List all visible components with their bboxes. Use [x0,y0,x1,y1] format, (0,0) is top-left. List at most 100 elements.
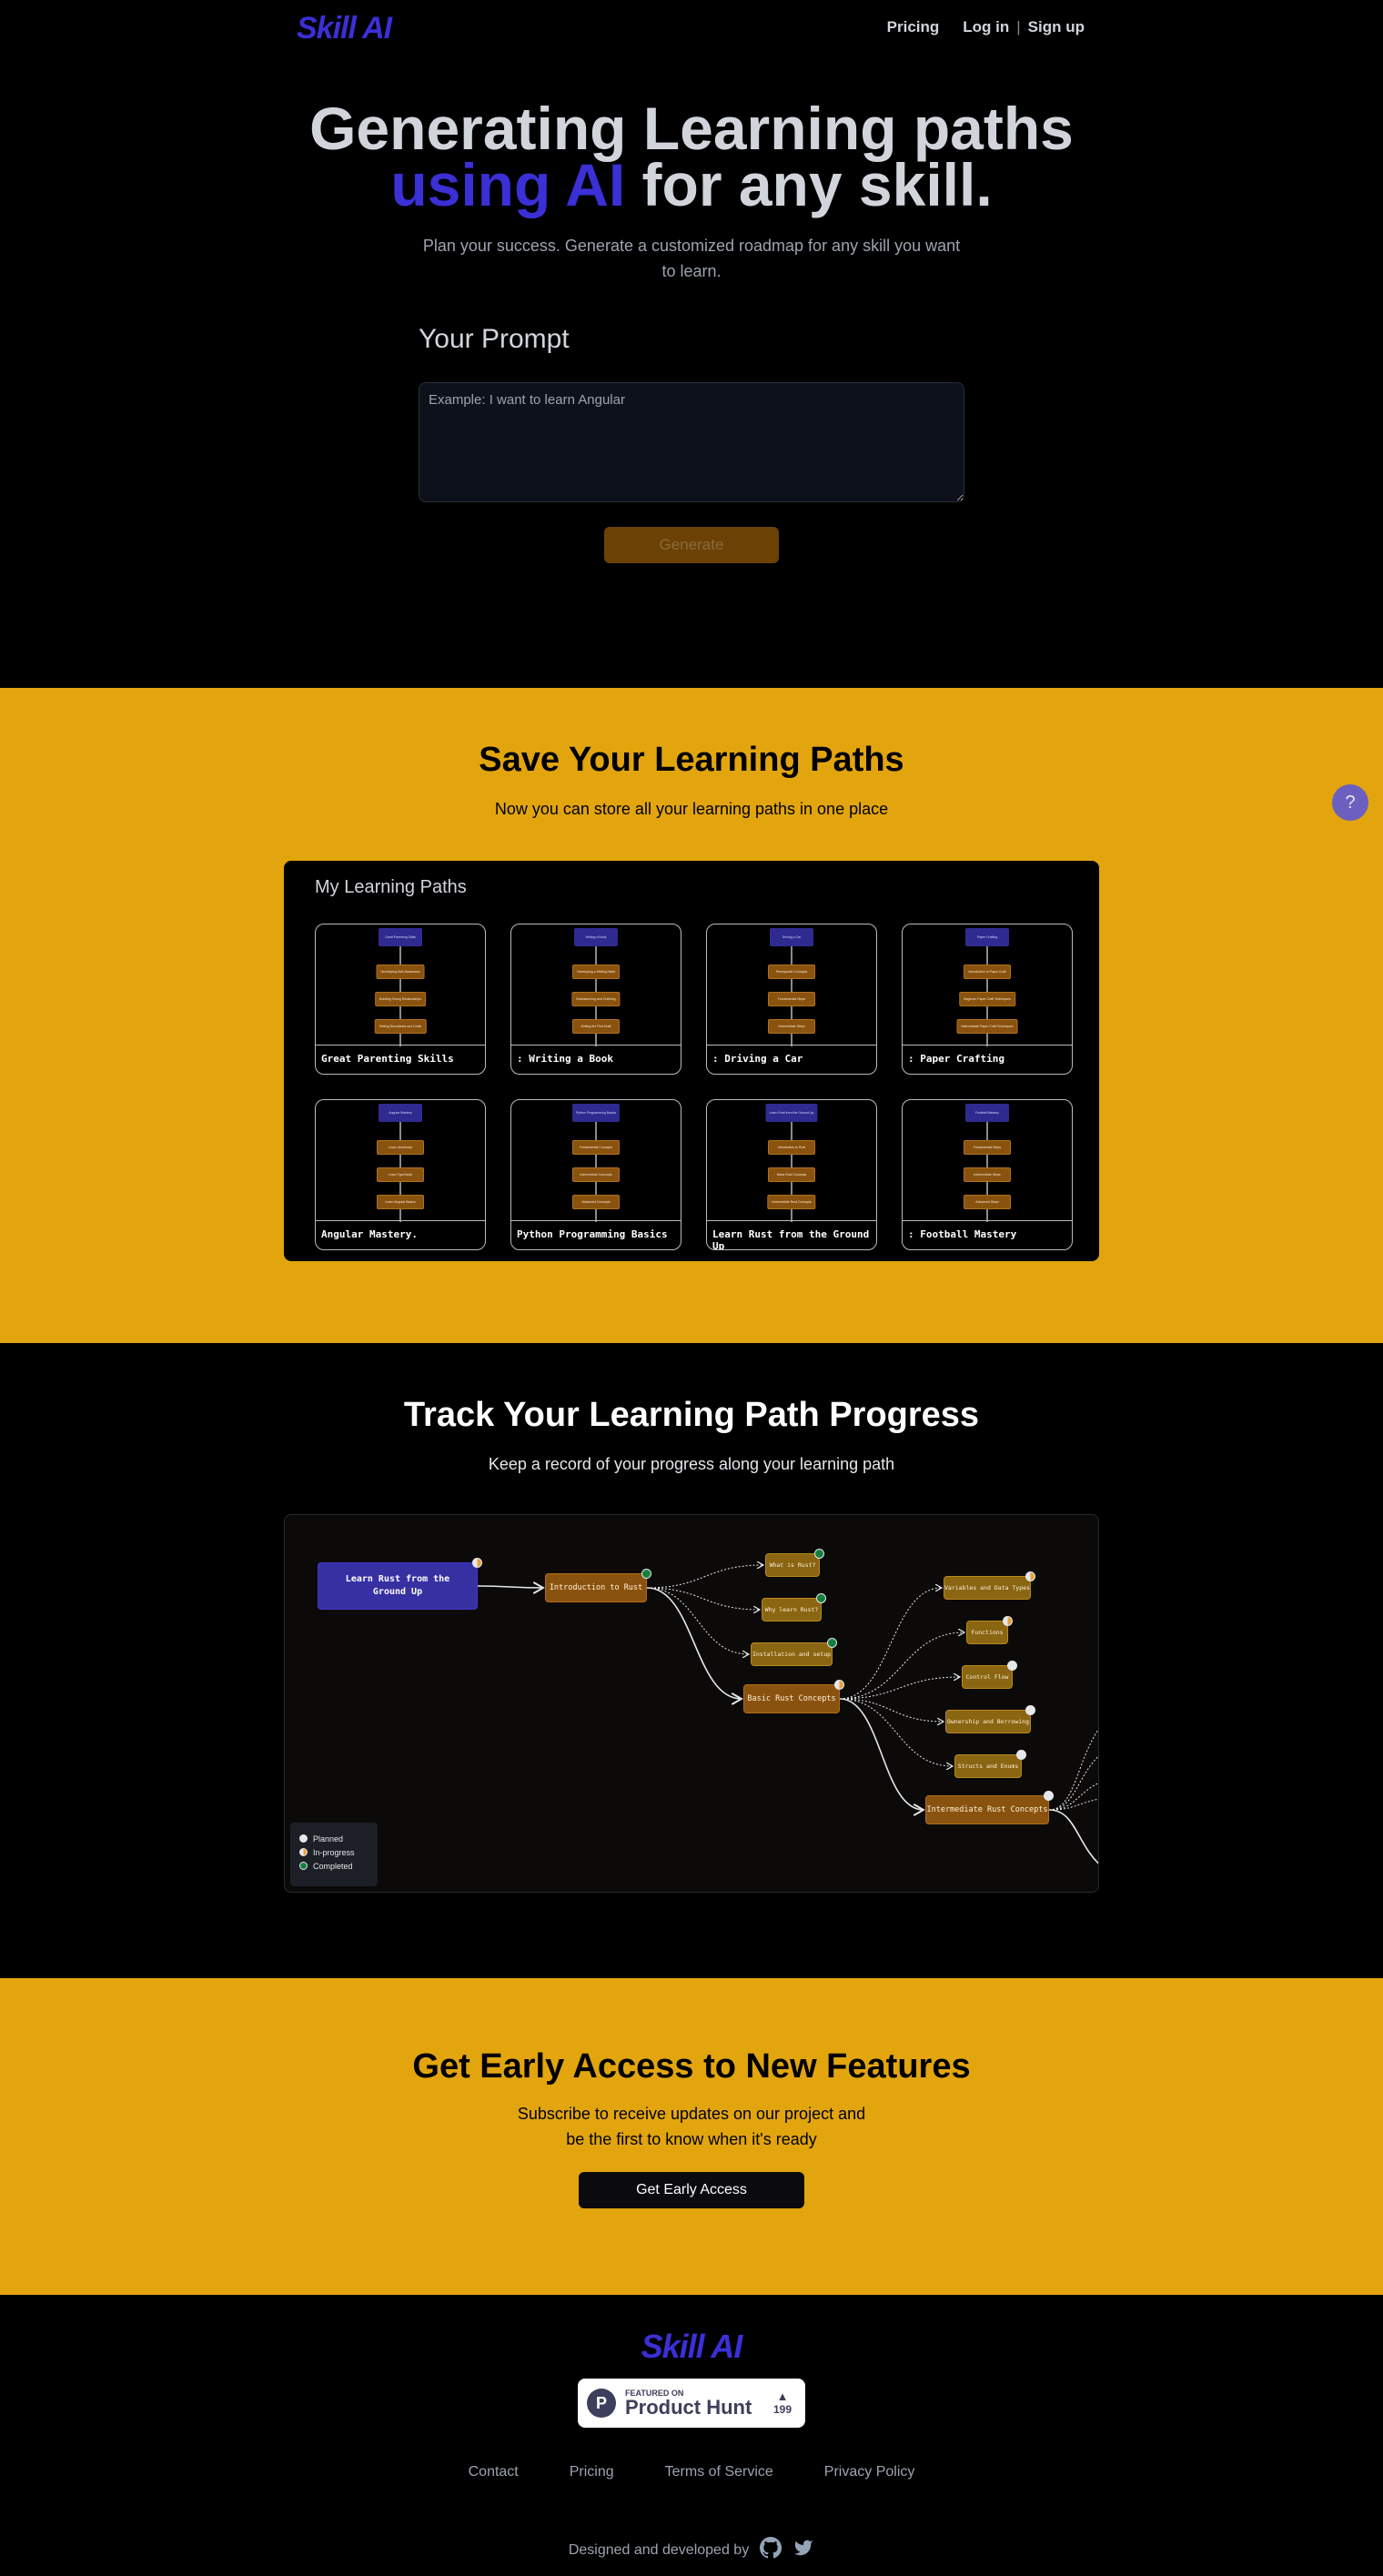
diagram-node-what[interactable]: What is Rust? [765,1549,824,1577]
thumbnail-step-node: Advanced Concepts [572,1195,620,1209]
thumbnail-step-node: Beginner Paper Craft Techniques [959,992,1015,1006]
path-card-label: Great Parenting Skills [316,1045,485,1074]
nav-login-link[interactable]: Log in [963,18,1009,36]
status-in-progress-icon[interactable] [1025,1571,1035,1581]
learning-path-card[interactable]: Angular Mastery Learn JavaScript Learn Typ… [315,1099,486,1250]
learning-path-card[interactable]: Writing a Book Developing a Writing Habit… [510,924,681,1075]
path-thumbnail: Writing a Book Developing a Writing Habit… [511,924,681,1046]
learning-path-card[interactable]: Paper Crafting Introduction to Paper Craf… [902,924,1073,1075]
diagram-node-install[interactable]: Installation and setup [751,1638,837,1666]
edge-basic-structs [839,1698,953,1766]
footer-link-pricing[interactable]: Pricing [570,2464,614,2480]
nav-signup-link[interactable]: Sign up [1028,18,1085,36]
learning-path-card[interactable]: Learn Rust from the Ground Up Introductio… [706,1099,877,1250]
thumbnail-step-node: Writing the First Draft [572,1019,620,1034]
node-label: What is Rust? [769,1561,816,1569]
track-section-subtitle: Keep a record of your progress along you… [488,1455,895,1473]
legend-completed-label: Completed [313,1861,353,1871]
learning-path-card[interactable]: Driving a Car Prerequisite Concepts Fundam… [706,924,877,1075]
product-hunt-text: FEATURED ON Product Hunt [625,2389,760,2418]
twitter-link[interactable] [792,2538,814,2562]
path-thumbnail: Driving a Car Prerequisite Concepts Fundam… [707,924,876,1046]
hero-section: Generating Learning paths using AI for a… [0,56,1383,688]
thumbnail-root-node: Driving a Car [770,928,813,946]
logo[interactable]: Skill AI [297,11,392,46]
diagram-node-inter[interactable]: Intermediate Rust Concepts [925,1791,1054,1824]
path-thumbnail: Python Programming Basics Fundamental Con… [511,1100,681,1222]
status-completed-icon[interactable] [814,1549,824,1559]
thumbnail-root-node: Great Parenting Skills [379,928,422,946]
status-planned-icon[interactable] [1044,1791,1054,1801]
in-progress-dot-icon [299,1848,308,1856]
progress-diagram[interactable]: Planned In-progress Completed Learn Rust… [284,1514,1099,1893]
node-label: Ownership and Borrowing [946,1718,1029,1725]
prompt-input[interactable] [419,382,964,502]
node-label: Structs and Enums [957,1763,1019,1770]
get-early-access-button[interactable]: Get Early Access [579,2172,804,2208]
legend-in-progress: In-progress [299,1845,368,1859]
status-in-progress-icon[interactable] [834,1680,844,1690]
edge-inter-offscreen [1048,1809,1098,1864]
node-label: Why learn Rust? [764,1606,819,1613]
node-label: Functions [971,1629,1004,1636]
thumbnail-step-node: Intermediate Concepts [572,1167,620,1182]
learning-path-card[interactable]: Python Programming Basics Fundamental Con… [510,1099,681,1250]
status-planned-icon[interactable] [1007,1661,1017,1671]
paths-grid: Great Parenting Skills Developing Self-Aw… [315,924,1073,1250]
thumbnail-step-node: Fundamental Steps [964,1140,1011,1155]
path-thumbnail: Paper Crafting Introduction to Paper Craf… [903,924,1072,1046]
thumbnail-step-node: Learn Angular Basics [377,1195,424,1209]
footer-link-privacy[interactable]: Privacy Policy [824,2464,915,2480]
footer-logo[interactable]: Skill AI [0,2328,1383,2366]
diagram-node-why[interactable]: Why learn Rust? [762,1593,826,1621]
product-hunt-badge[interactable]: P FEATURED ON Product Hunt ▲ 199 [578,2379,805,2428]
path-thumbnail: Angular Mastery Learn JavaScript Learn Typ… [316,1100,485,1222]
path-card-label: Python Programming Basics [511,1220,681,1249]
diagram-node-basic[interactable]: Basic Rust Concepts [743,1680,844,1713]
thumbnail-step-node: Intermediate Steps [964,1167,1011,1182]
thumbnail-step-node: Learn TypeScript [377,1167,424,1182]
generate-button[interactable]: Generate [604,527,779,563]
diagram-node-structs[interactable]: Structs and Enums [954,1750,1026,1778]
thumbnail-step-node: Brainstorming and Outlining [571,992,621,1006]
thumbnail-step-node: Introduction to Rust [768,1140,815,1155]
path-card-label: : Paper Crafting [903,1045,1072,1074]
edge-basic-flow [839,1677,960,1700]
node-label: Control Flow [965,1673,1009,1681]
status-completed-icon[interactable] [816,1593,826,1603]
diagram-node-funcs[interactable]: Functions [966,1616,1013,1644]
status-in-progress-icon[interactable] [472,1558,482,1568]
diagram-node-flow[interactable]: Control Flow [962,1661,1017,1689]
site-footer: Skill AI P FEATURED ON Product Hunt ▲ 19… [0,2295,1383,2576]
status-legend: Planned In-progress Completed [290,1823,378,1886]
status-planned-icon[interactable] [1025,1705,1035,1715]
github-link[interactable] [760,2537,782,2563]
legend-in-progress-label: In-progress [313,1847,355,1857]
help-button[interactable]: ? [1332,784,1368,821]
footer-link-contact[interactable]: Contact [469,2464,519,2480]
top-nav: Pricing Log in | Sign up [887,18,1085,36]
save-section-subtitle: Now you can store all your learning path… [494,800,889,818]
diagram-node-root[interactable]: Learn Rust from the Ground Up [318,1558,482,1610]
diagram-node-vars[interactable]: Variables and Data Types [944,1571,1035,1600]
status-planned-icon[interactable] [1016,1750,1026,1760]
learning-path-card[interactable]: Football Mastery Fundamental Steps Interme… [902,1099,1073,1250]
nav-separator: | [1016,18,1021,35]
footer-link-terms[interactable]: Terms of Service [665,2464,773,2480]
hero-subtitle: Plan your success. Generate a customized… [422,237,961,280]
diagram-node-intro[interactable]: Introduction to Rust [545,1569,651,1602]
early-access-title: Get Early Access to New Features [412,2047,971,2086]
footer-links: Contact Pricing Terms of Service Privacy… [0,2464,1383,2480]
thumbnail-step-node: Fundamental Steps [768,992,815,1006]
nav-pricing-link[interactable]: Pricing [887,18,940,36]
thumbnail-step-node: Basic Rust Concepts [768,1167,815,1182]
path-thumbnail: Football Mastery Fundamental Steps Interme… [903,1100,1072,1222]
status-in-progress-icon[interactable] [1003,1616,1013,1626]
thumbnail-step-node: Intermediate Paper Craft Techniques [956,1019,1018,1034]
path-card-label: Angular Mastery. [316,1220,485,1249]
status-completed-icon[interactable] [641,1569,651,1579]
status-completed-icon[interactable] [827,1638,837,1648]
learning-path-card[interactable]: Great Parenting Skills Developing Self-Aw… [315,924,486,1075]
thumbnail-step-node: Intermediate Rust Concepts [767,1195,816,1209]
diagram-node-own[interactable]: Ownership and Borrowing [945,1705,1035,1733]
